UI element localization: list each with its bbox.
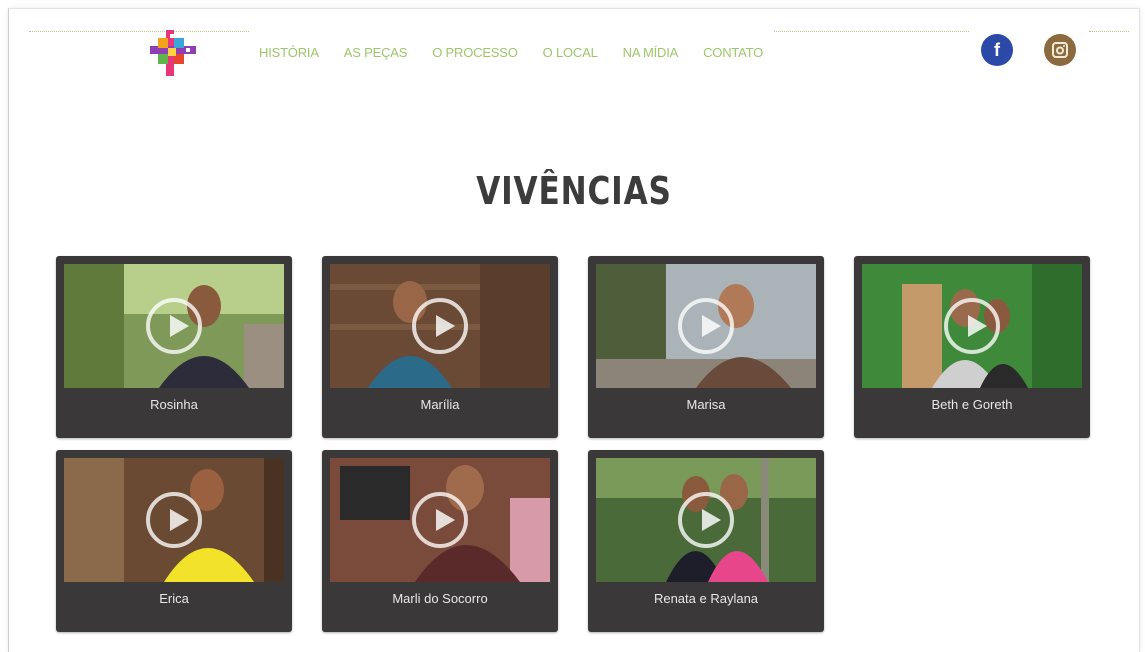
nav-as-pecas[interactable]: AS PEÇAS bbox=[344, 45, 408, 60]
video-card-beth-e-goreth[interactable]: Beth e Goreth bbox=[854, 256, 1090, 438]
video-title: Rosinha bbox=[150, 397, 198, 412]
play-icon bbox=[412, 298, 468, 354]
video-thumbnail bbox=[330, 458, 550, 582]
video-title: Erica bbox=[159, 591, 189, 606]
video-card-marli-do-socorro[interactable]: Marli do Socorro bbox=[322, 450, 558, 632]
video-thumbnail bbox=[64, 458, 284, 582]
instagram-icon bbox=[1052, 42, 1068, 58]
header-decoration-right bbox=[774, 31, 969, 33]
video-title: Beth e Goreth bbox=[931, 397, 1013, 412]
play-icon bbox=[146, 492, 202, 548]
instagram-button[interactable] bbox=[1044, 34, 1076, 66]
logo[interactable] bbox=[148, 28, 198, 78]
header-decoration-left bbox=[29, 31, 249, 33]
video-card-rosinha[interactable]: Rosinha bbox=[56, 256, 292, 438]
video-title: Renata e Raylana bbox=[653, 591, 759, 606]
nav-na-midia[interactable]: NA MÍDIA bbox=[623, 45, 679, 60]
video-card-renata-e-raylana[interactable]: Renata e Raylana bbox=[588, 450, 824, 632]
video-thumbnail bbox=[862, 264, 1082, 388]
video-title: Marli do Socorro bbox=[392, 591, 488, 606]
header-decoration-far-right bbox=[1089, 31, 1129, 33]
play-icon bbox=[944, 298, 1000, 354]
video-card-marilia[interactable]: Marília bbox=[322, 256, 558, 438]
video-card-erica[interactable]: Erica bbox=[56, 450, 292, 632]
nav-historia[interactable]: HISTÓRIA bbox=[259, 45, 319, 60]
video-card-marisa[interactable]: Marisa bbox=[588, 256, 824, 438]
nav-o-local[interactable]: O LOCAL bbox=[543, 45, 598, 60]
video-title: Marília bbox=[420, 397, 460, 412]
video-thumbnail bbox=[596, 458, 816, 582]
video-thumbnail bbox=[330, 264, 550, 388]
page: HISTÓRIA AS PEÇAS O PROCESSO O LOCAL NA … bbox=[8, 8, 1140, 652]
play-icon bbox=[678, 492, 734, 548]
play-icon bbox=[412, 492, 468, 548]
main-nav: HISTÓRIA AS PEÇAS O PROCESSO O LOCAL NA … bbox=[259, 45, 788, 60]
facebook-icon: f bbox=[994, 39, 1000, 60]
video-thumbnail bbox=[596, 264, 816, 388]
page-title: VIVÊNCIAS bbox=[476, 169, 672, 213]
nav-contato[interactable]: CONTATO bbox=[703, 45, 763, 60]
facebook-button[interactable]: f bbox=[981, 34, 1013, 66]
play-icon bbox=[146, 298, 202, 354]
video-title: Marisa bbox=[686, 397, 726, 412]
nav-o-processo[interactable]: O PROCESSO bbox=[432, 45, 518, 60]
video-thumbnail bbox=[64, 264, 284, 388]
play-icon bbox=[678, 298, 734, 354]
